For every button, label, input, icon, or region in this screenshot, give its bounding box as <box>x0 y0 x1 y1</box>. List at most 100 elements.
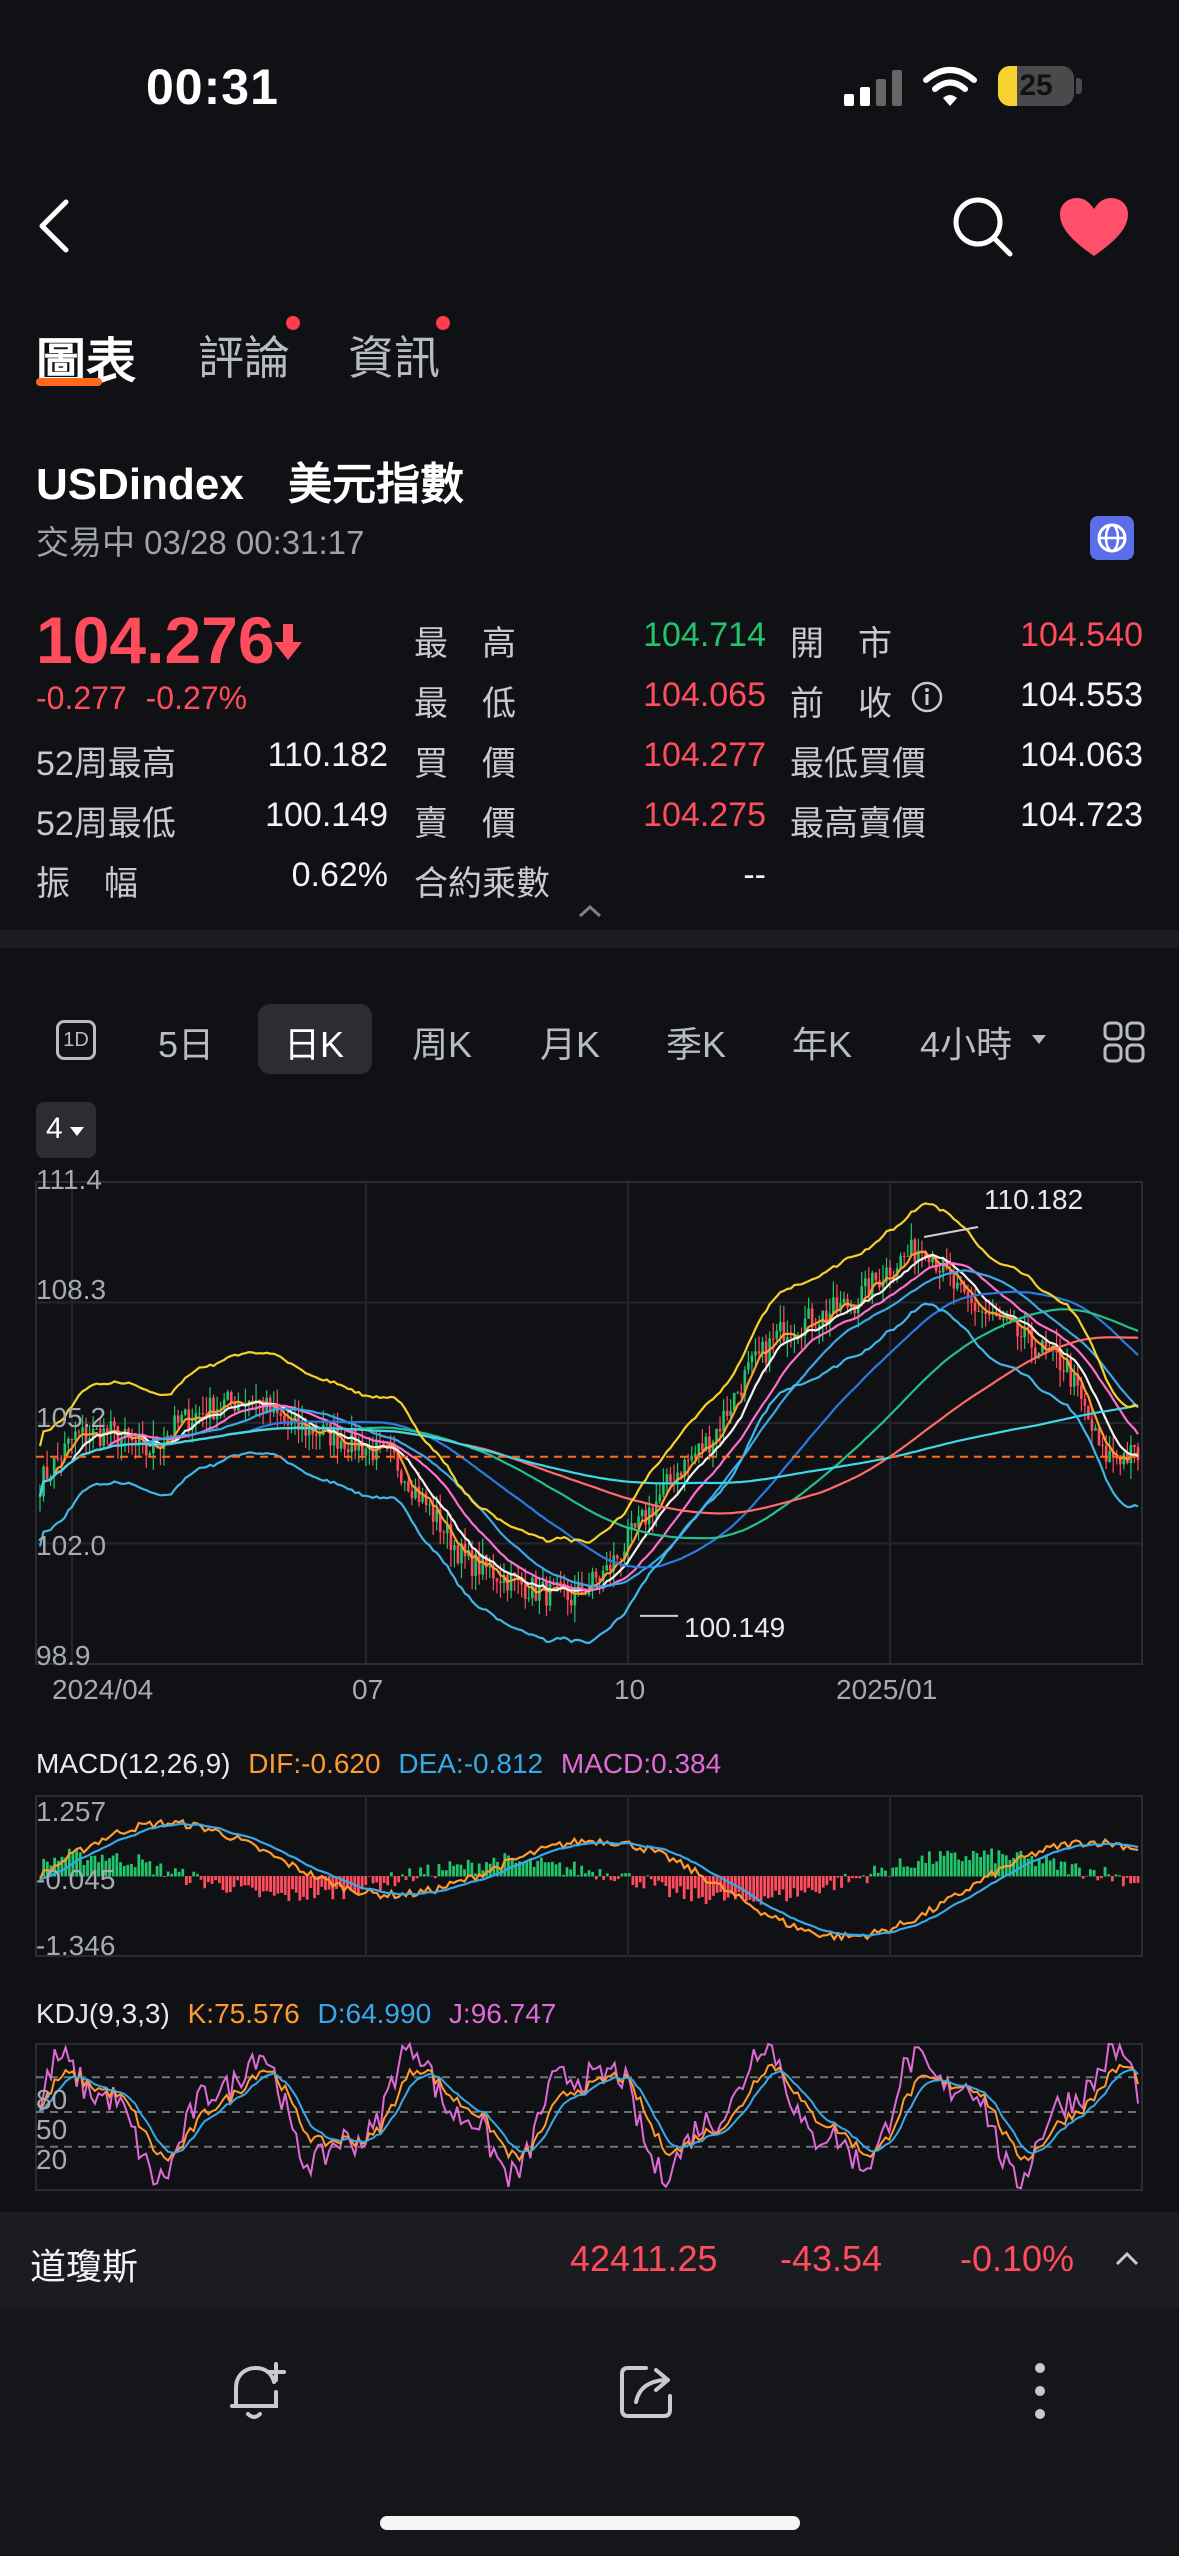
macd-bar <box>675 1876 679 1893</box>
macd-chart[interactable] <box>0 1790 1179 1960</box>
candle-body <box>977 1311 980 1313</box>
period-quarterly[interactable]: 季K <box>666 1016 726 1068</box>
candle-body <box>1087 1405 1090 1420</box>
macd-bar <box>803 1876 807 1893</box>
amplitude-value: 0.62% <box>291 856 388 894</box>
index-ticker-bar[interactable]: 道瓊斯 42411.25 -43.54 -0.10% <box>0 2212 1179 2308</box>
period-daily[interactable]: 日K <box>284 1016 344 1068</box>
candle-body <box>722 1410 725 1432</box>
kdj-title: KDJ(9,3,3) <box>36 1998 170 2029</box>
candle-body <box>690 1455 694 1461</box>
candle-body <box>832 1297 835 1314</box>
macd-bar <box>938 1851 942 1877</box>
macd-bar <box>971 1850 975 1877</box>
macd-bar <box>430 1875 434 1877</box>
period-4h[interactable]: 4小時 <box>920 1016 1012 1068</box>
comments-badge <box>286 316 300 330</box>
battery-level: 25 <box>1019 69 1053 102</box>
macd-bar <box>1125 1876 1129 1878</box>
macd-bar <box>170 1873 174 1877</box>
macd-bar <box>265 1876 269 1891</box>
kdj-chart[interactable] <box>0 2040 1179 2212</box>
macd-bar <box>895 1867 898 1877</box>
macd-bar <box>964 1856 968 1877</box>
macd-bar <box>1041 1863 1045 1877</box>
macd-bar <box>620 1873 624 1877</box>
tab-comments[interactable]: 評論 <box>198 322 290 388</box>
macd-bar <box>305 1876 309 1900</box>
period-yearly[interactable]: 年K <box>792 1016 852 1068</box>
candle-body <box>778 1322 782 1331</box>
macd-bar <box>529 1858 532 1877</box>
kdj-y-20: 20 <box>36 2144 68 2175</box>
macd-bar <box>474 1873 477 1877</box>
back-icon[interactable] <box>34 196 74 256</box>
candle-body <box>782 1322 786 1342</box>
candle-body <box>329 1423 332 1446</box>
candle-body <box>594 1571 598 1578</box>
macd-bar <box>792 1876 796 1889</box>
macd-bar <box>426 1864 430 1877</box>
multiplier-label: 合約乘數 <box>414 865 550 903</box>
candle-body <box>980 1311 984 1313</box>
macd-bar <box>1052 1858 1056 1877</box>
macd-bar <box>602 1876 606 1880</box>
favorite-heart-icon[interactable] <box>1058 196 1130 260</box>
candle-body <box>899 1255 902 1269</box>
macd-bar <box>141 1859 144 1877</box>
macd-bar <box>898 1858 902 1877</box>
macd-bar <box>693 1876 697 1889</box>
y-tick-105.2: 105.2 <box>36 1402 107 1433</box>
macd-bar <box>126 1864 130 1877</box>
kdj-d: D:64.990 <box>317 1998 432 2029</box>
macd-bar <box>741 1876 745 1898</box>
period-5d[interactable]: 5日 <box>158 1016 214 1068</box>
add-alert-bell-icon[interactable] <box>226 2360 288 2424</box>
price-chart[interactable] <box>0 1150 1179 1710</box>
candle-body <box>428 1504 431 1506</box>
y-tick-102.0: 102.0 <box>36 1530 107 1561</box>
macd-bar <box>763 1876 767 1897</box>
macd-bar <box>576 1874 580 1877</box>
period-dropdown-icon[interactable] <box>1030 1032 1048 1046</box>
macd-y-bottom: -1.346 <box>36 1930 116 1961</box>
macd-bar <box>569 1869 573 1877</box>
candle-body <box>569 1599 573 1606</box>
period-monthly[interactable]: 月K <box>540 1016 600 1068</box>
candle-body <box>740 1392 743 1396</box>
macd-bar <box>583 1873 587 1877</box>
ask-label: 賣 價 <box>414 805 516 843</box>
macd-bar <box>624 1873 627 1877</box>
macd-bar <box>1085 1875 1089 1877</box>
tab-news[interactable]: 資訊 <box>348 322 440 388</box>
ticker-expand-icon[interactable] <box>1114 2250 1140 2268</box>
share-icon[interactable] <box>618 2360 680 2422</box>
kdj-legend: KDJ(9,3,3) K:75.576 D:64.990 J:96.747 <box>36 1998 556 2030</box>
candle-body <box>1104 1445 1108 1462</box>
macd-value: MACD:0.384 <box>560 1748 722 1779</box>
multiplier-value: -- <box>743 856 766 894</box>
macd-bar <box>192 1871 196 1877</box>
macd-bar <box>236 1876 240 1881</box>
macd-bar <box>781 1876 785 1890</box>
grid-menu-icon[interactable] <box>1102 1020 1146 1064</box>
upper-band-line <box>38 1202 1139 1544</box>
macd-bar <box>452 1865 455 1877</box>
period-weekly[interactable]: 周K <box>412 1016 472 1068</box>
search-icon[interactable] <box>950 194 1016 260</box>
candle-body <box>229 1391 233 1403</box>
high-value: 104.714 <box>643 616 766 654</box>
candle-body <box>863 1278 867 1287</box>
macd-bar <box>657 1876 660 1881</box>
macd-bar <box>294 1876 298 1893</box>
collapse-chevron-icon[interactable] <box>576 902 604 920</box>
more-options-icon[interactable] <box>1030 2358 1050 2424</box>
ticker-name: 道瓊斯 <box>30 2246 139 2287</box>
info-icon[interactable] <box>910 680 944 714</box>
candle-body <box>640 1510 644 1517</box>
macd-dif: DIF:-0.620 <box>248 1748 381 1779</box>
candle-body <box>662 1483 665 1495</box>
period-1d-icon[interactable]: 1D <box>56 1020 96 1060</box>
macd-bar <box>810 1876 814 1891</box>
globe-icon[interactable] <box>1090 516 1134 560</box>
